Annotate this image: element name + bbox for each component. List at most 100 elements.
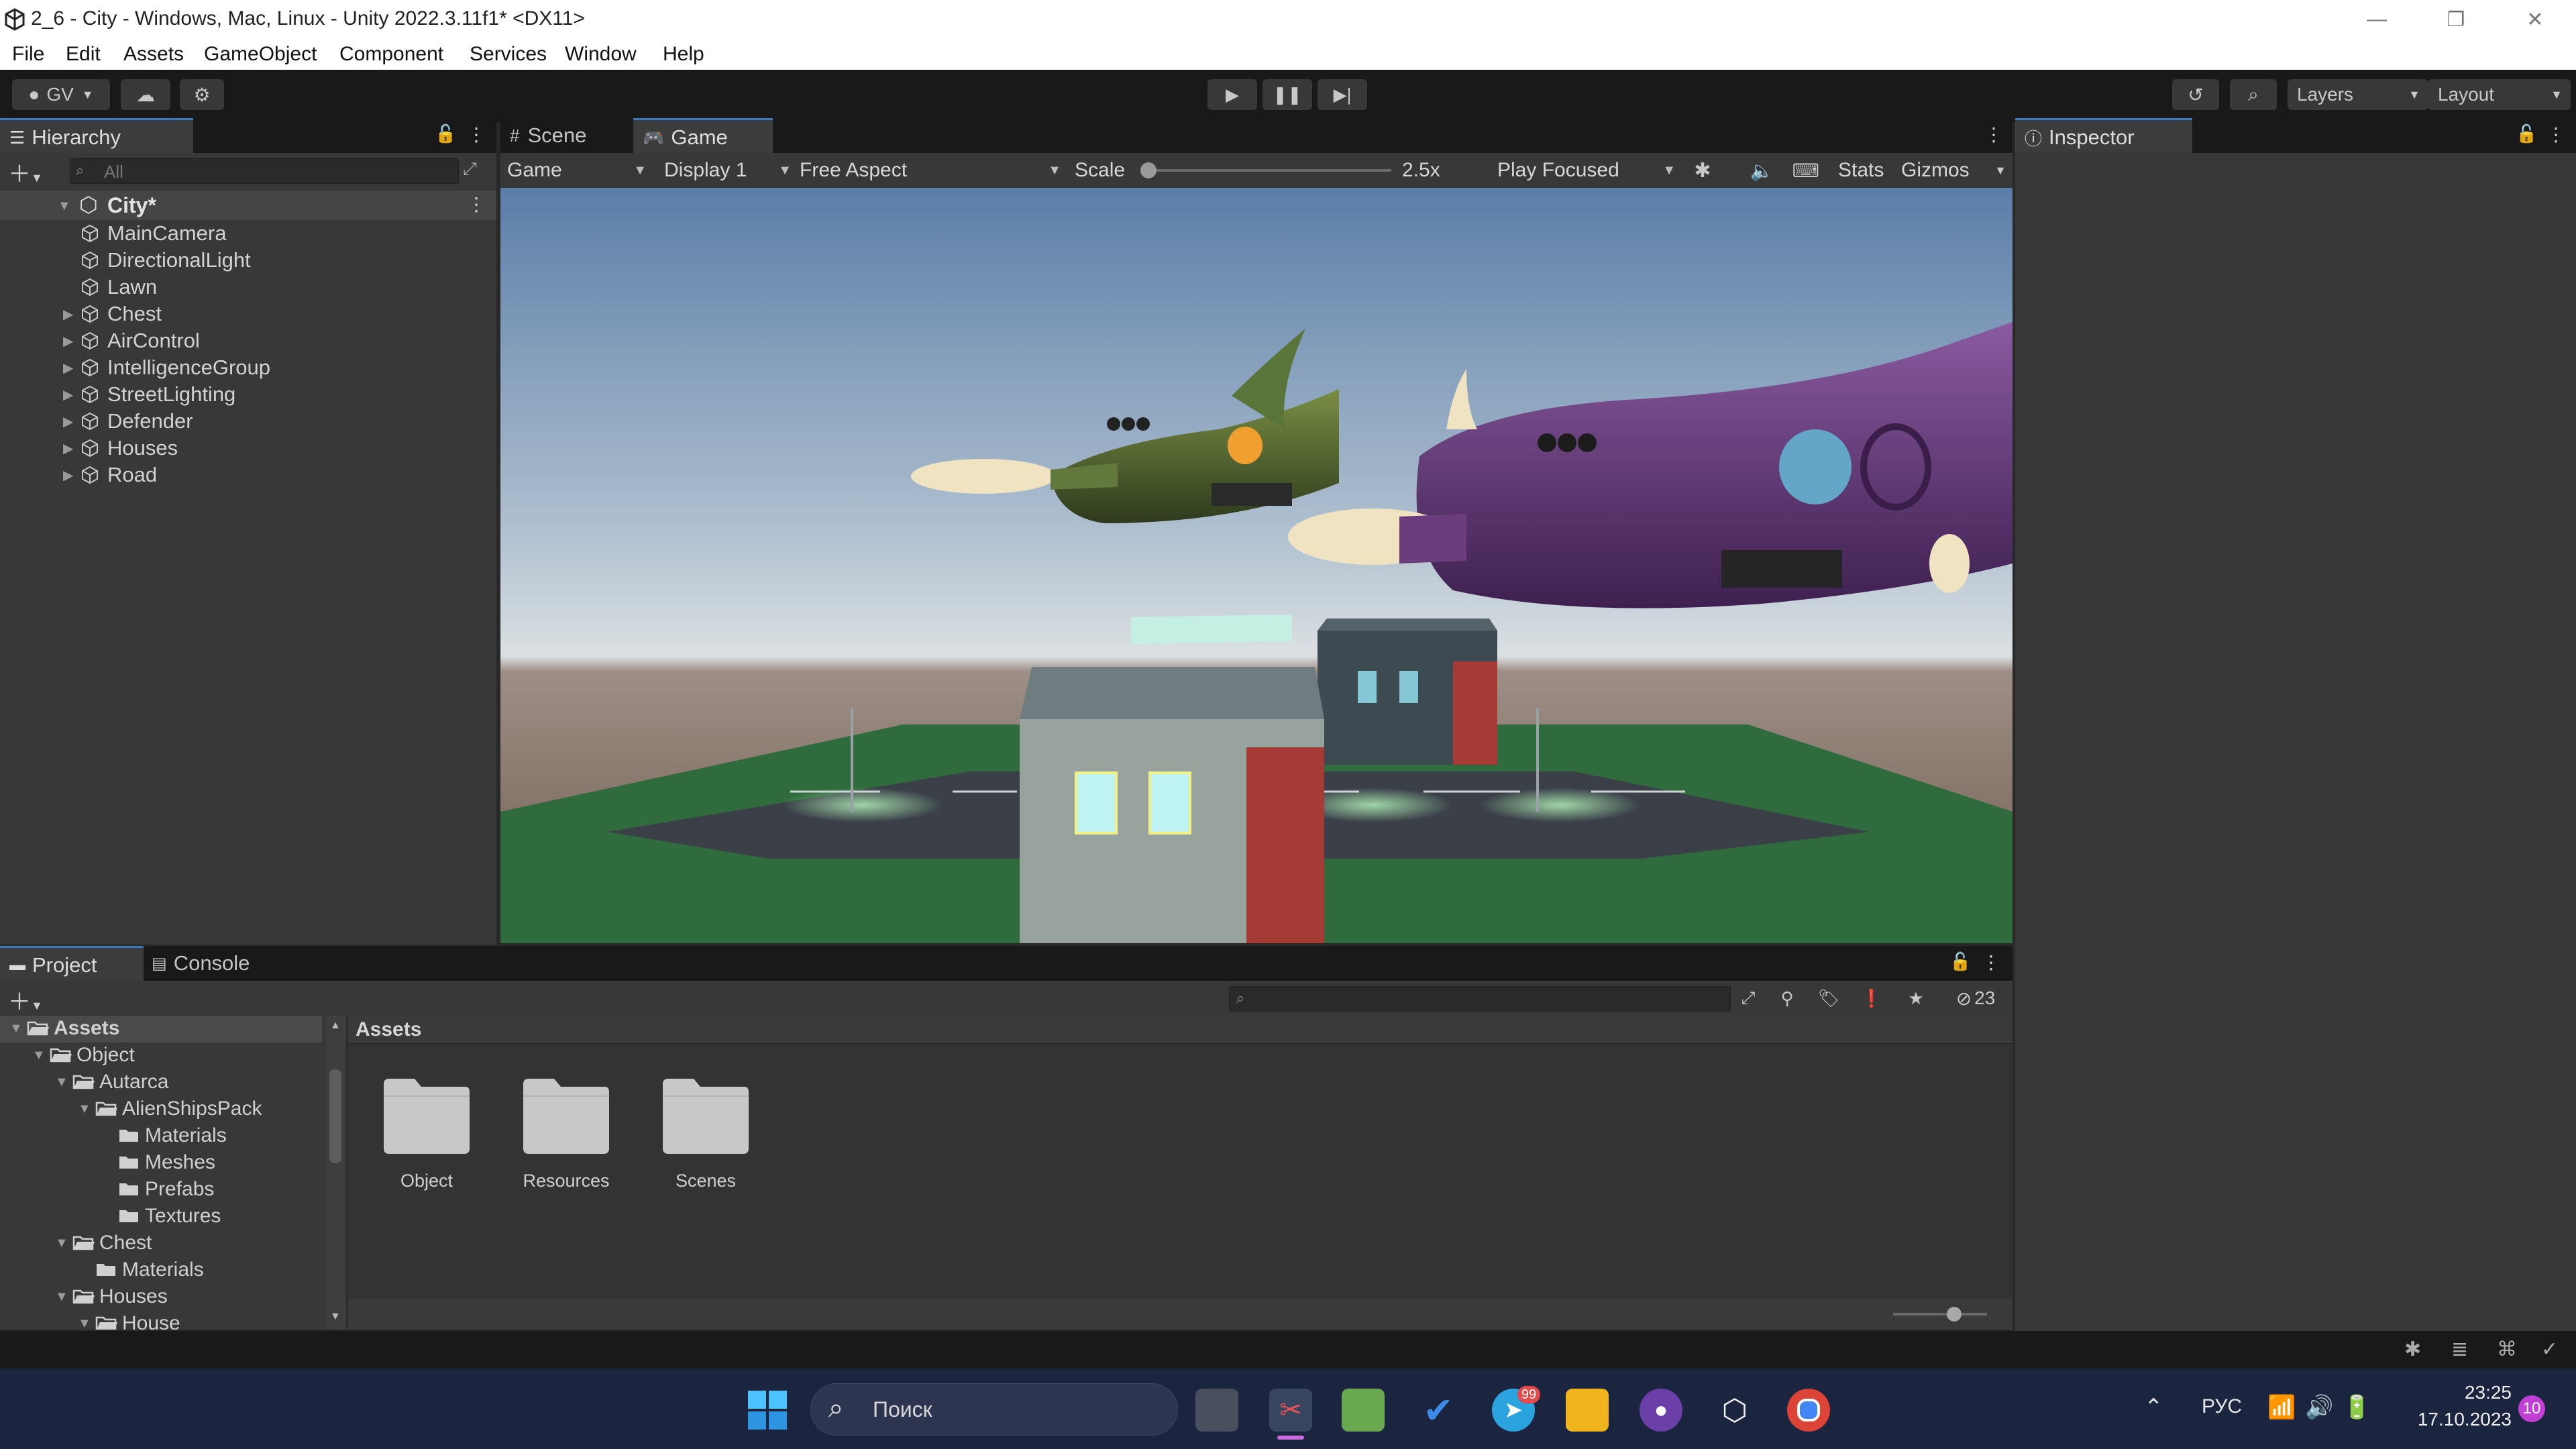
asset-folder[interactable]: Resources — [519, 1077, 613, 1191]
scale-slider[interactable] — [1142, 169, 1391, 172]
tab-inspector[interactable]: ⓘ Inspector — [2015, 118, 2192, 155]
scene-row[interactable]: ▼ ⬡ City* ⋮ — [0, 191, 496, 220]
project-search-input[interactable]: ⌕ — [1229, 986, 1731, 1012]
play-mode-dropdown[interactable]: Play Focused ▼ — [1491, 156, 1682, 185]
expand-arrow-icon[interactable]: ▶ — [63, 360, 80, 376]
more-icon[interactable]: ⋮ — [1984, 123, 2003, 146]
expand-arrow-icon[interactable]: ▼ — [55, 1236, 72, 1251]
hierarchy-item[interactable]: Lawn — [80, 275, 157, 299]
menu-assets[interactable]: Assets — [123, 43, 184, 66]
bug-icon[interactable]: ✱ — [1684, 156, 1721, 185]
search-mode-icon[interactable]: ⤢ — [1733, 985, 1763, 1012]
lock-icon[interactable]: 🔓 — [1949, 951, 1971, 972]
expand-arrow-icon[interactable]: ▼ — [9, 1021, 27, 1036]
search-mode-icon[interactable]: ⤢ — [463, 158, 477, 180]
file-explorer-icon[interactable] — [1566, 1389, 1609, 1432]
favorite-icon[interactable]: ★ — [1901, 985, 1931, 1012]
snipping-tool-icon[interactable]: ✂ — [1269, 1389, 1312, 1432]
debug-icon[interactable]: ✱ — [2404, 1338, 2421, 1361]
clock-time[interactable]: 23:25 — [2404, 1382, 2512, 1403]
minimize-button[interactable]: — — [2337, 0, 2416, 39]
tree-item[interactable]: Textures — [101, 1205, 221, 1228]
expand-arrow-icon[interactable]: ▶ — [63, 413, 80, 430]
tree-item[interactable]: ▼ Object — [32, 1044, 135, 1067]
collab-button[interactable]: ⚙ — [180, 79, 224, 110]
expand-arrow-icon[interactable]: ▶ — [63, 306, 80, 323]
play-button[interactable]: ▶ — [1208, 79, 1257, 110]
expand-arrow-icon[interactable]: ▶ — [63, 386, 80, 403]
game-mode-dropdown[interactable]: Game ▼ — [500, 156, 653, 185]
game-viewport[interactable] — [500, 188, 2012, 943]
keyboard-icon[interactable]: ⌨ — [1787, 156, 1825, 185]
image-editor-icon[interactable] — [1342, 1389, 1385, 1432]
hierarchy-item[interactable]: ▶ Defender — [63, 409, 193, 433]
more-icon[interactable]: ⋮ — [467, 123, 486, 146]
hierarchy-item[interactable]: ▶ Chest — [63, 302, 162, 326]
lock-icon[interactable]: 🔓 — [435, 123, 456, 144]
scroll-thumb[interactable] — [329, 1069, 341, 1163]
tree-item[interactable]: Materials — [78, 1258, 204, 1281]
hierarchy-item[interactable]: ▶ AirControl — [63, 329, 200, 353]
restore-button[interactable]: ❐ — [2416, 0, 2496, 39]
expand-arrow-icon[interactable]: ▼ — [78, 1316, 95, 1330]
scroll-down-icon[interactable]: ▼ — [330, 1311, 341, 1323]
menu-file[interactable]: File — [12, 43, 44, 66]
tree-item[interactable]: ▼ Assets — [9, 1017, 119, 1040]
tab-hierarchy[interactable]: ☰ Hierarchy — [0, 118, 193, 155]
language-indicator[interactable]: РУС — [2202, 1395, 2242, 1418]
tab-game[interactable]: 🎮 Game — [633, 118, 773, 155]
scroll-up-icon[interactable]: ▲ — [330, 1020, 341, 1032]
network-icon[interactable]: ⌘ — [2497, 1338, 2517, 1361]
filter-type-icon[interactable]: ⚲ — [1772, 985, 1802, 1012]
tree-item[interactable]: Prefabs — [101, 1178, 214, 1201]
tree-item[interactable]: ▼ AlienShipsPack — [78, 1097, 262, 1120]
task-view-icon[interactable] — [1195, 1389, 1238, 1432]
wifi-icon[interactable]: 📶 — [2267, 1394, 2296, 1421]
tab-console[interactable]: ▤ Console — [142, 946, 295, 981]
tree-item[interactable]: ▼ House — [78, 1312, 180, 1330]
account-button[interactable]: ● GV ▼ — [12, 79, 110, 110]
add-button[interactable]: ＋▼ — [8, 983, 43, 1016]
tab-project[interactable]: ▬ Project — [0, 946, 144, 983]
search-button[interactable]: ⌕ — [2230, 79, 2277, 110]
asset-folder[interactable]: Object — [380, 1077, 474, 1191]
icon-size-slider[interactable] — [1893, 1313, 1987, 1316]
expand-arrow-icon[interactable]: ▶ — [63, 467, 80, 484]
add-button[interactable]: ＋▼ — [8, 156, 43, 189]
stats-button[interactable]: Stats — [1831, 156, 1898, 185]
menu-window[interactable]: Window — [565, 43, 637, 66]
hierarchy-item[interactable]: ▶ IntelligenceGroup — [63, 356, 270, 380]
pause-button[interactable]: ❚❚ — [1263, 79, 1312, 110]
display-dropdown[interactable]: Display 1 ▼ — [657, 156, 798, 185]
check-icon[interactable]: ✓ — [2541, 1338, 2558, 1361]
expand-arrow-icon[interactable]: ▼ — [32, 1048, 50, 1063]
step-button[interactable]: ▶| — [1318, 79, 1367, 110]
history-button[interactable]: ↺ — [2172, 79, 2219, 110]
tree-item[interactable]: ▼ Autarca — [55, 1071, 168, 1093]
expand-arrow-icon[interactable]: ▼ — [55, 1075, 72, 1090]
tree-item[interactable]: Meshes — [101, 1151, 215, 1174]
scene-menu-icon[interactable]: ⋮ — [467, 193, 486, 215]
label-icon[interactable]: 🏷 — [1814, 985, 1843, 1012]
more-icon[interactable]: ⋮ — [1982, 951, 2000, 973]
cloud-button[interactable]: ☁ — [121, 79, 170, 110]
menu-component[interactable]: Component — [339, 43, 443, 66]
tab-scene[interactable]: # Scene — [500, 118, 651, 153]
expand-arrow-icon[interactable]: ▼ — [78, 1102, 95, 1117]
battery-icon[interactable]: 🔋 — [2343, 1394, 2371, 1421]
tree-item[interactable]: ▼ Chest — [55, 1232, 152, 1254]
breadcrumb[interactable]: Assets — [356, 1018, 421, 1041]
hierarchy-item[interactable]: DirectionalLight — [80, 248, 251, 272]
scale-slider-thumb[interactable] — [1140, 162, 1157, 178]
tree-item[interactable]: ▼ Houses — [55, 1285, 168, 1308]
chrome-icon[interactable] — [1787, 1389, 1830, 1432]
tree-scrollbar[interactable]: ▲ ▼ — [326, 1016, 346, 1330]
lock-icon[interactable]: 🔓 — [2516, 123, 2537, 144]
icon-size-thumb[interactable] — [1947, 1307, 1962, 1322]
asset-folder[interactable]: Scenes — [659, 1077, 753, 1191]
notification-badge[interactable]: 10 — [2518, 1395, 2545, 1422]
menu-gameobject[interactable]: GameObject — [204, 43, 317, 66]
chevron-up-icon[interactable]: ⌃ — [2144, 1394, 2163, 1421]
taskbar-search-box[interactable]: ⌕ Поиск — [810, 1383, 1178, 1436]
menu-services[interactable]: Services — [470, 43, 547, 66]
